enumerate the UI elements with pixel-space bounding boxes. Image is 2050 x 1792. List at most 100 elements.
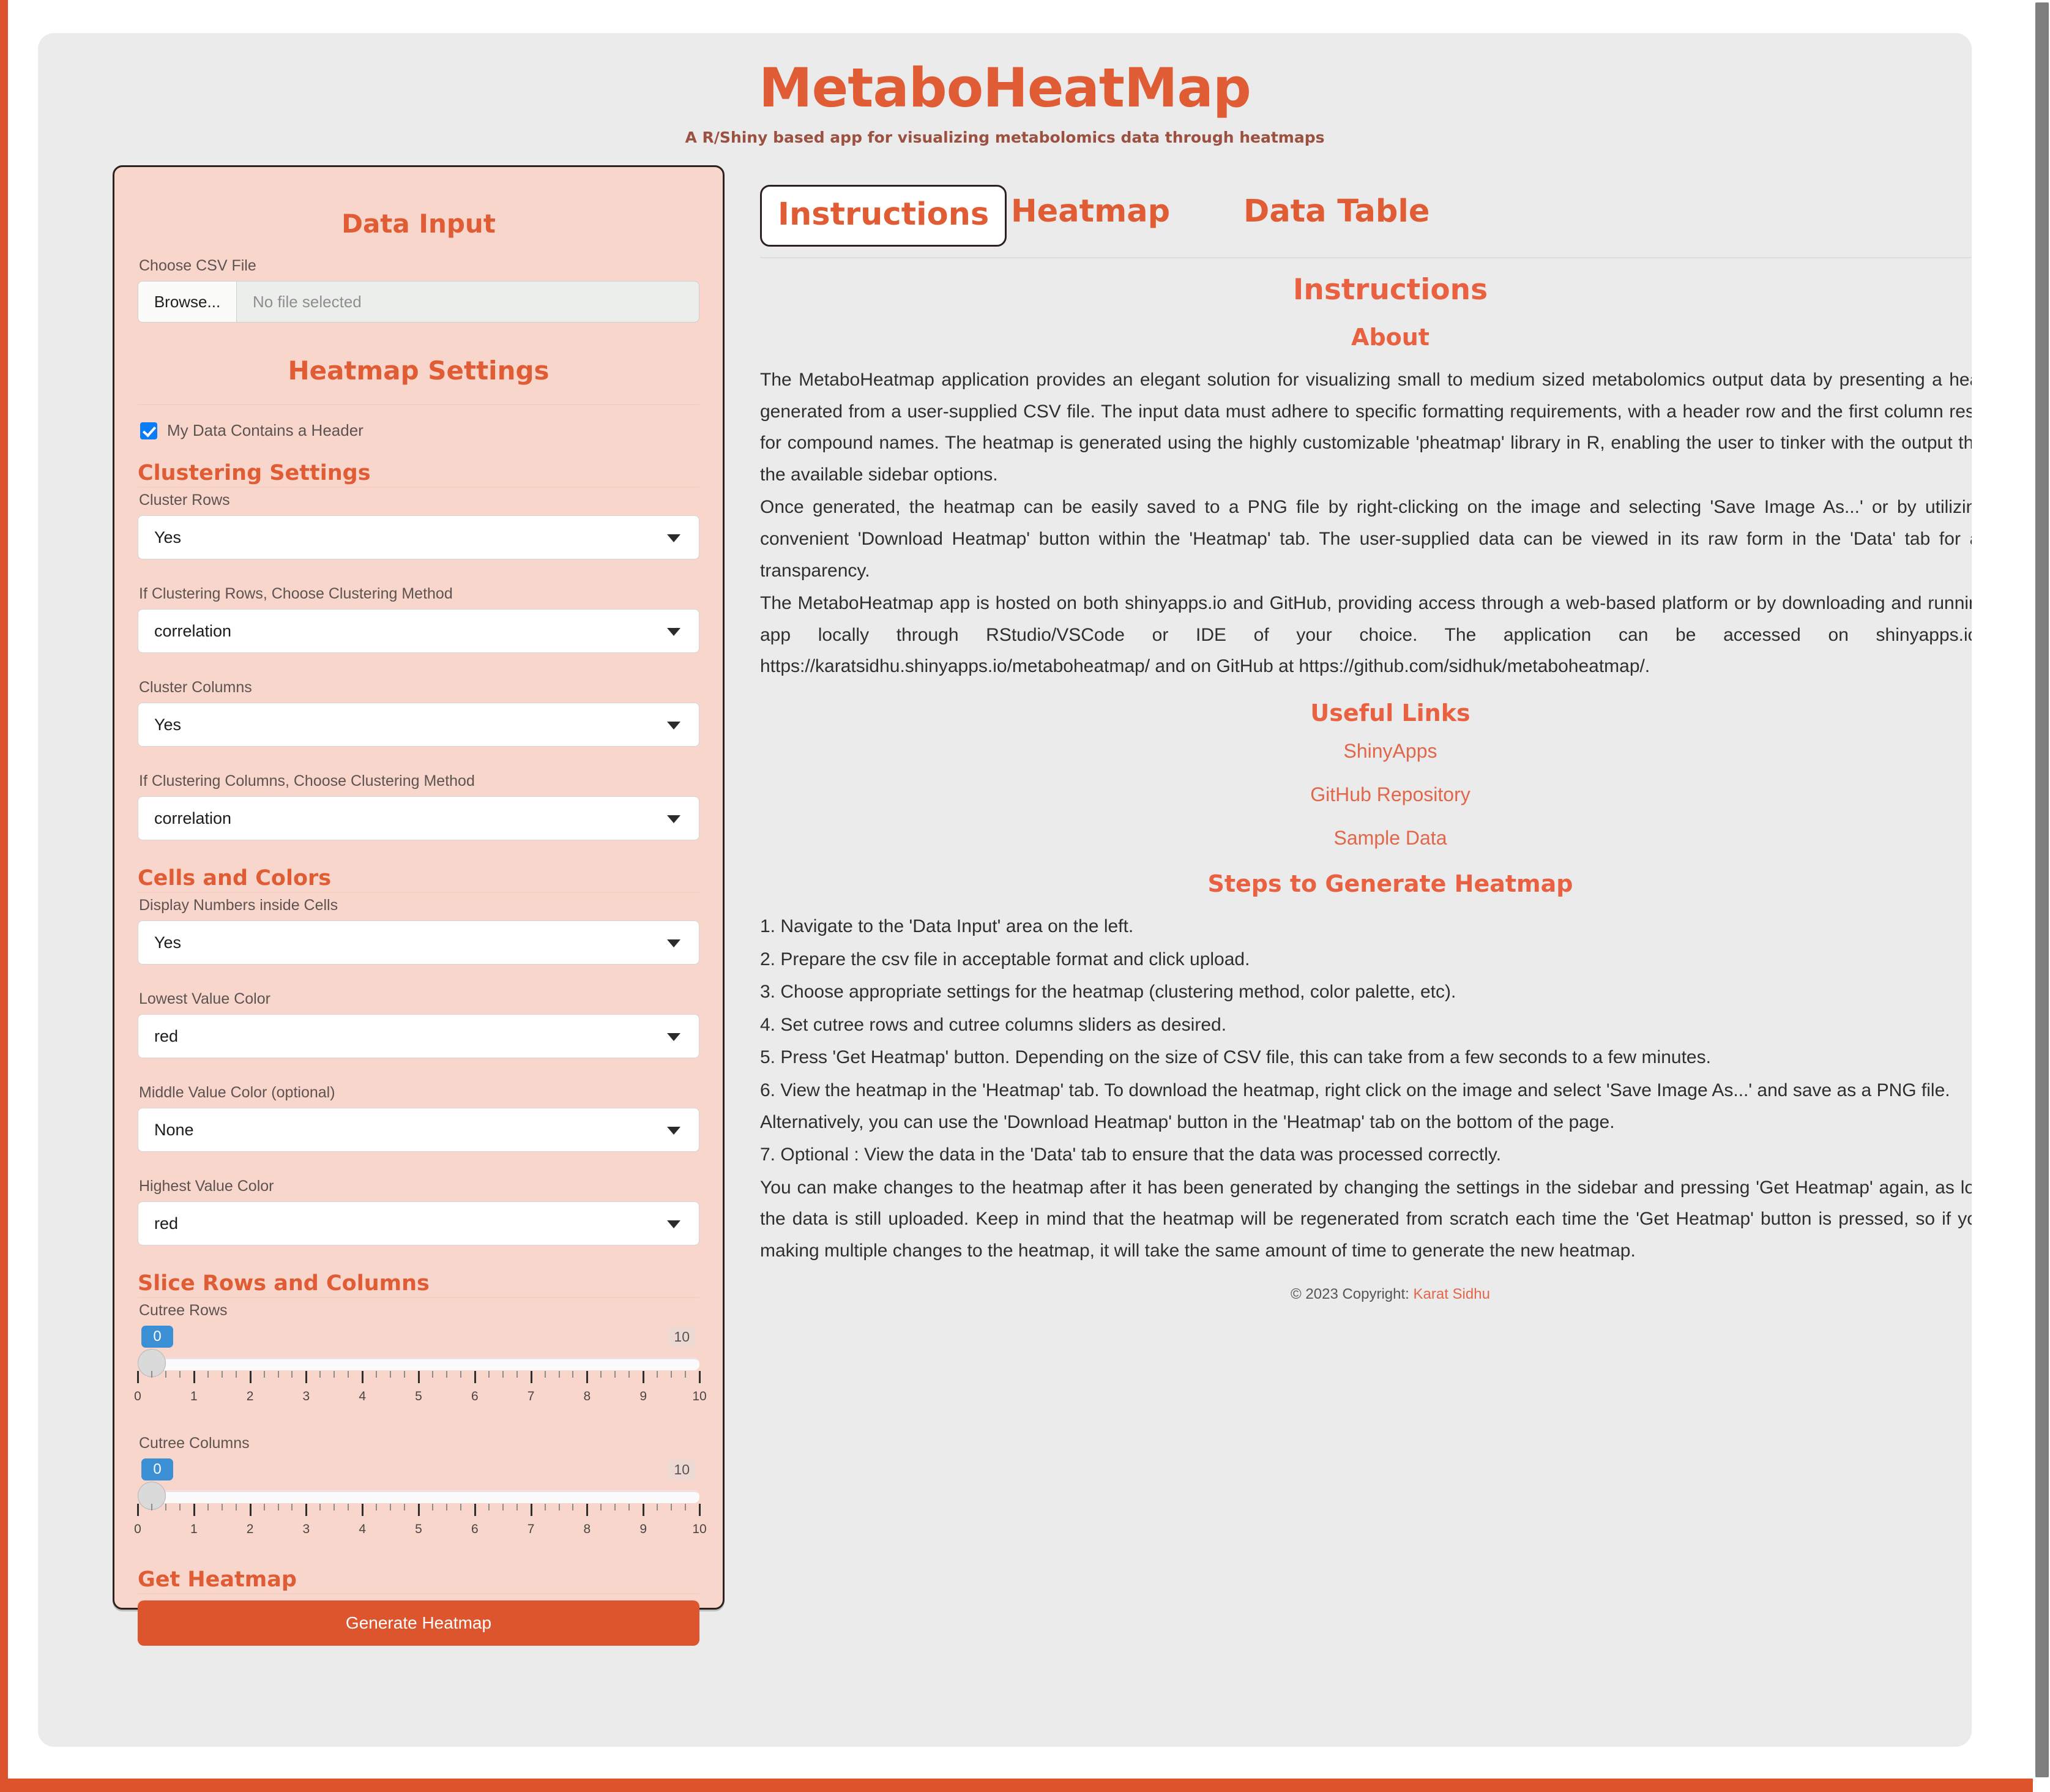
closing-paragraph: You can make changes to the heatmap afte… [760, 1177, 1972, 1261]
about-paragraph-1: The MetaboHeatmap application provides a… [760, 370, 1972, 485]
slider-tick [291, 1371, 293, 1378]
link-shinyapps[interactable]: ShinyApps [1344, 740, 1437, 762]
link-row-github: GitHub Repository [760, 783, 1972, 806]
slider-scale-label: 10 [692, 1522, 707, 1536]
cutree-rows-max-label: 10 [668, 1327, 696, 1347]
slider-tick [193, 1504, 195, 1516]
bottom-accent-bar [0, 1779, 2050, 1792]
slider-tick [699, 1371, 701, 1383]
slider-tick [263, 1371, 265, 1378]
chevron-down-icon [667, 534, 680, 542]
tab-bar: Instructions Heatmap Data Table [760, 185, 1972, 262]
slider-cutree-rows-block: Cutree Rows 0 10 0 1 2 3 4 5 6 7 8 9 10 [134, 1302, 707, 1419]
scrollbar-thumb[interactable] [2035, 2, 2049, 1777]
display-numbers-select[interactable]: Yes [138, 920, 699, 965]
app-viewport: MetaboHeatMap A R/Shiny based app for vi… [0, 0, 2050, 1792]
slider-tick [474, 1504, 476, 1516]
slider-tick [291, 1504, 293, 1510]
slider-scale-label: 1 [190, 1389, 198, 1403]
slider-tick [530, 1504, 532, 1516]
slider-tick [558, 1371, 560, 1378]
cutree-rows-slider[interactable]: 0 10 0 1 2 3 4 5 6 7 8 9 10 [134, 1326, 707, 1419]
slider-tick [137, 1504, 139, 1516]
cluster-rows-value: Yes [154, 528, 182, 547]
left-accent-bar [0, 0, 8, 1792]
slider-tick [516, 1504, 518, 1510]
slider-tick [657, 1504, 658, 1510]
highest-value-color-select[interactable]: red [138, 1201, 699, 1245]
slider-tick [263, 1504, 265, 1510]
column-cluster-method-value: correlation [154, 808, 232, 827]
cutree-columns-slider[interactable]: 0 10 0 1 2 3 4 5 6 7 8 9 10 [134, 1458, 707, 1551]
cutree-columns-value-bubble: 0 [141, 1458, 173, 1480]
slider-tick [600, 1371, 602, 1378]
app-card: MetaboHeatMap A R/Shiny based app for vi… [38, 33, 1972, 1747]
link-author[interactable]: Karat Sidhu [1414, 1286, 1490, 1302]
slider-tick [699, 1504, 701, 1516]
cluster-columns-label: Cluster Columns [139, 679, 252, 696]
slider-tick [530, 1371, 532, 1383]
field-highest-value-color: Highest Value Color red [138, 1178, 699, 1245]
header-checkbox-row[interactable]: My Data Contains a Header [140, 421, 699, 440]
cluster-columns-select[interactable]: Yes [138, 703, 699, 747]
tab-data-table[interactable]: Data Table [1243, 193, 1430, 230]
middle-value-color-select[interactable]: None [138, 1108, 699, 1152]
link-sample-data[interactable]: Sample Data [1334, 827, 1447, 849]
row-cluster-method-select[interactable]: correlation [138, 609, 699, 653]
slider-tick [390, 1504, 392, 1510]
field-middle-value-color: Middle Value Color (optional) None [138, 1084, 699, 1152]
slider-tick [348, 1504, 349, 1510]
file-name-display: No file selected [253, 292, 362, 311]
slider-cutree-columns-block: Cutree Columns 0 10 0 1 2 3 4 5 6 7 8 9 10 [134, 1435, 707, 1551]
cutree-columns-label: Cutree Columns [139, 1435, 250, 1452]
slider-scale-label: 4 [359, 1522, 367, 1536]
sidebar-panel: Data Input Choose CSV File Browse... No … [113, 165, 725, 1646]
cutree-columns-track[interactable] [138, 1490, 699, 1503]
slider-tick [502, 1504, 504, 1510]
tab-underline [760, 257, 1972, 258]
vertical-scrollbar[interactable] [2033, 0, 2050, 1792]
link-github-repository[interactable]: GitHub Repository [1310, 783, 1470, 805]
slider-tick [628, 1371, 630, 1378]
slider-tick [221, 1371, 223, 1378]
step-4: 4. Set cutree rows and cutree columns sl… [760, 1014, 1227, 1035]
slider-tick [445, 1371, 447, 1378]
slider-scale-label: 6 [471, 1389, 479, 1403]
slider-tick [207, 1371, 209, 1378]
slider-scale-label: 9 [639, 1389, 647, 1403]
slider-tick [404, 1504, 406, 1510]
slider-scale-label: 9 [639, 1522, 647, 1536]
slider-tick [544, 1371, 546, 1378]
browse-button[interactable]: Browse... [138, 282, 237, 322]
lowest-value-color-select[interactable]: red [138, 1014, 699, 1058]
field-lowest-value-color: Lowest Value Color red [138, 990, 699, 1058]
slider-tick [305, 1504, 308, 1516]
checkbox-checked-icon[interactable] [140, 422, 157, 439]
cutree-rows-track[interactable] [138, 1357, 699, 1370]
clustering-settings-heading: Clustering Settings [138, 461, 699, 488]
field-column-cluster-method: If Clustering Columns, Choose Clustering… [138, 772, 699, 840]
csv-file-input[interactable]: Browse... No file selected [138, 281, 699, 323]
generate-heatmap-button[interactable]: Generate Heatmap [138, 1600, 699, 1646]
cutree-rows-label: Cutree Rows [139, 1302, 228, 1319]
step-3: 3. Choose appropriate settings for the h… [760, 982, 1456, 1002]
slider-scale-label: 5 [415, 1522, 422, 1536]
cluster-rows-label: Cluster Rows [139, 491, 230, 509]
slider-tick [319, 1371, 321, 1378]
cluster-rows-select[interactable]: Yes [138, 515, 699, 559]
slider-tick [137, 1371, 139, 1383]
header-checkbox-label: My Data Contains a Header [167, 421, 363, 439]
slider-scale-label: 1 [190, 1522, 198, 1536]
slider-tick [516, 1371, 518, 1378]
slider-scale-label: 8 [583, 1389, 591, 1403]
tab-instructions[interactable]: Instructions [760, 185, 1007, 247]
slider-scale-label: 3 [302, 1522, 310, 1536]
chevron-down-icon [667, 628, 680, 636]
slider-tick [348, 1371, 349, 1378]
tab-heatmap[interactable]: Heatmap [1011, 193, 1170, 230]
slider-tick [671, 1371, 673, 1378]
slider-tick [165, 1504, 166, 1510]
slider-scale-label: 6 [471, 1522, 479, 1536]
column-cluster-method-select[interactable]: correlation [138, 796, 699, 840]
slider-tick [418, 1371, 420, 1383]
